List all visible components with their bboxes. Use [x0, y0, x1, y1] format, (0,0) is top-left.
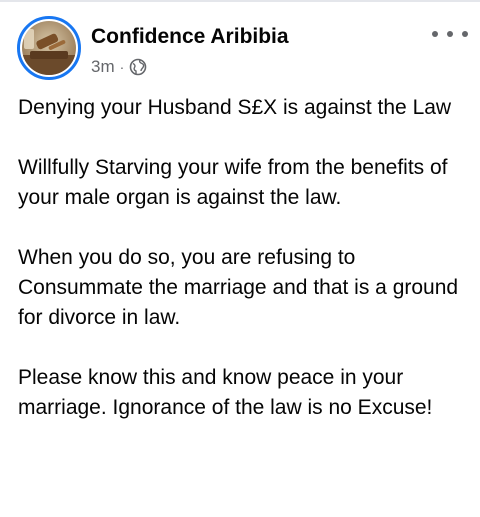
more-options-button[interactable] [432, 24, 468, 44]
post-meta: 3m · [91, 56, 147, 78]
more-horizontal-icon-dot-1 [432, 31, 438, 37]
meta-separator: · [119, 59, 125, 75]
post-paragraph: Willfully Starving your wife from the be… [18, 156, 448, 209]
post-paragraph: Please know this and know peace in your … [18, 366, 433, 419]
post-paragraph: Denying your Husband S£X is against the … [18, 96, 452, 119]
top-divider [0, 0, 480, 2]
more-horizontal-icon-dot-2 [447, 31, 453, 37]
author-avatar-ring[interactable] [17, 16, 81, 80]
globe-icon[interactable] [129, 58, 147, 76]
more-horizontal-icon-dot-3 [462, 31, 468, 37]
author-avatar[interactable] [22, 21, 76, 75]
post-timestamp[interactable]: 3m [91, 57, 115, 77]
post-text: Denying your Husband S£X is against the … [18, 93, 468, 423]
author-name[interactable]: Confidence Aribibia [91, 24, 289, 50]
post-card: Confidence Aribibia 3m · Denying your Hu… [0, 0, 480, 517]
gavel-avatar-image [22, 21, 76, 75]
post-paragraph: When you do so, you are refusing to Cons… [18, 246, 459, 329]
